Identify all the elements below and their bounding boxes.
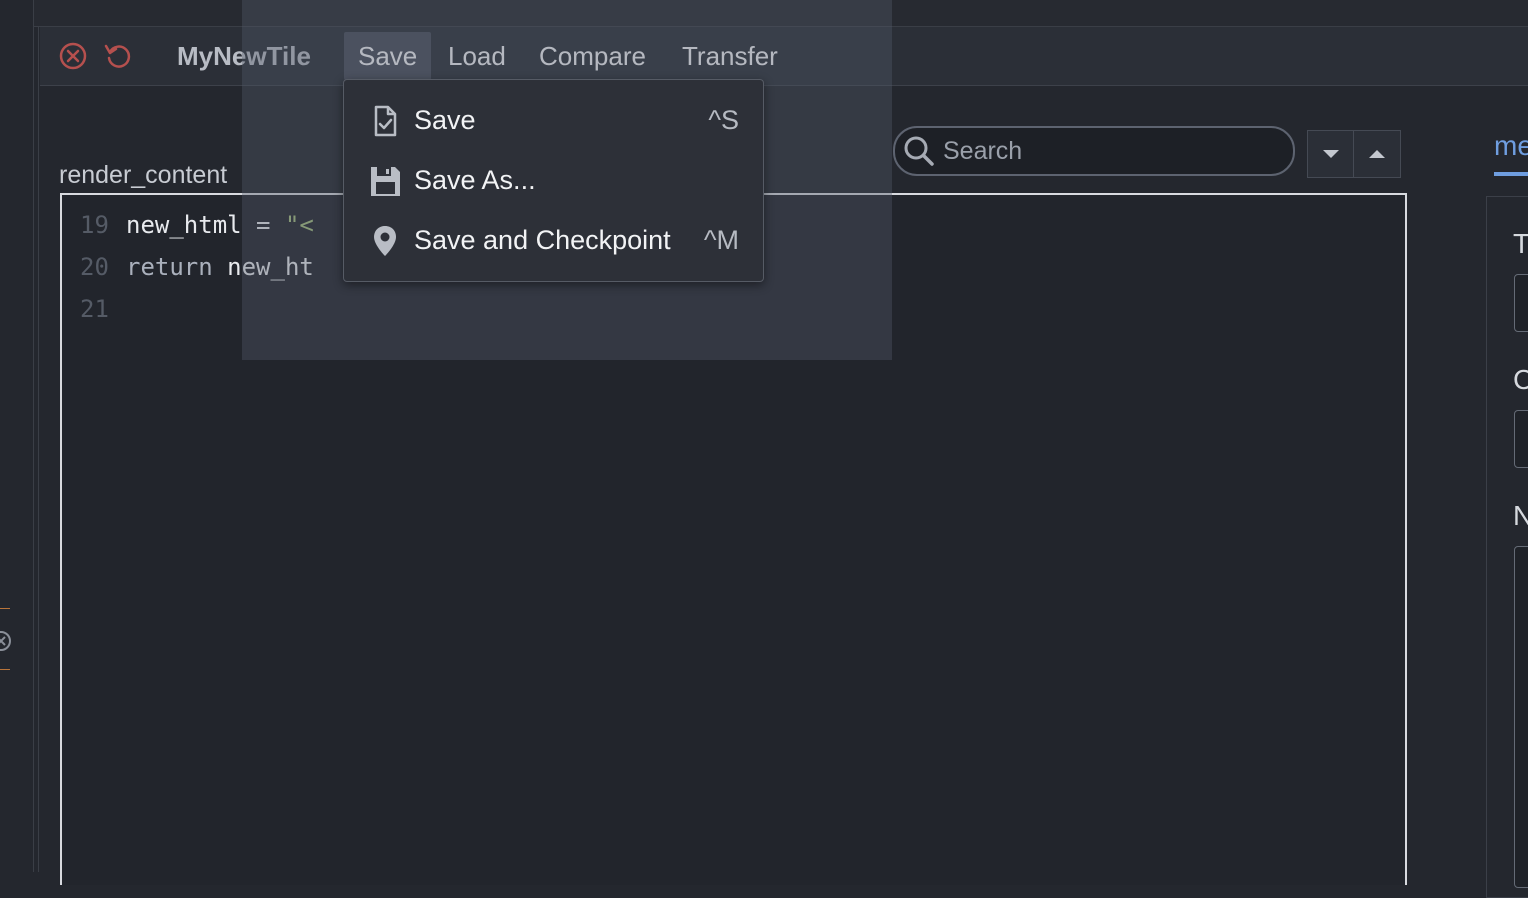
code-token: "< — [284, 211, 314, 239]
line-number: 21 — [80, 295, 109, 323]
right-panel-tab[interactable]: me — [1494, 126, 1528, 166]
close-circle-icon[interactable] — [58, 41, 88, 71]
save-file-icon — [374, 105, 397, 137]
menu-transfer[interactable]: Transfer — [668, 32, 792, 80]
dropdown-item-shortcut: ^S — [708, 105, 739, 135]
code-line: 21 — [80, 289, 126, 329]
menu-load[interactable]: Load — [434, 32, 520, 80]
right-panel-field[interactable] — [1514, 274, 1528, 332]
dropdown-item-save[interactable]: Save ^S — [344, 92, 763, 148]
tab-underline — [1494, 172, 1528, 176]
reload-icon[interactable] — [103, 41, 133, 71]
section-label: render_content — [59, 161, 228, 189]
close-circle-icon[interactable] — [0, 630, 12, 652]
tile-title: MyNewTile — [177, 41, 311, 71]
dropdown-item-save-and-checkpoint[interactable]: Save and Checkpoint ^M — [344, 212, 763, 268]
code-token: new_ht — [212, 253, 314, 281]
code-token: new_html — [126, 211, 242, 239]
right-panel-label: N — [1513, 500, 1528, 531]
search-box[interactable] — [893, 126, 1295, 176]
line-number: 20 — [80, 253, 109, 281]
code-editor[interactable]: 19 new_html = "< 20 return new_ht 21 — [60, 193, 1407, 885]
code-token: return — [126, 253, 213, 281]
search-icon — [904, 136, 934, 166]
right-panel-field[interactable] — [1514, 546, 1528, 888]
rail-divider-bottom — [0, 669, 10, 670]
chevron-down-icon — [1323, 150, 1339, 158]
code-line: 19 new_html = "< — [80, 205, 314, 245]
line-number: 19 — [80, 211, 109, 239]
save-dropdown-menu: Save ^S Save As... Save and Checkpoint ^… — [343, 79, 764, 282]
menu-compare[interactable]: Compare — [525, 32, 660, 80]
right-panel-label: C — [1513, 364, 1528, 395]
dropdown-item-label: Save As... — [414, 165, 536, 195]
map-pin-icon — [374, 226, 396, 256]
right-panel-field[interactable] — [1514, 410, 1528, 468]
dropdown-item-shortcut: ^M — [703, 225, 739, 255]
search-input[interactable] — [941, 134, 1275, 168]
right-panel-label: T — [1513, 228, 1528, 259]
menu-save[interactable]: Save — [344, 32, 432, 80]
top-strip — [34, 0, 1528, 27]
dropdown-item-save-as[interactable]: Save As... — [344, 152, 763, 208]
next-match-button[interactable] — [1307, 130, 1355, 178]
code-token: = — [241, 211, 285, 239]
rail-divider-top — [0, 608, 10, 609]
dropdown-item-label: Save and Checkpoint — [414, 225, 671, 255]
code-line: 20 return new_ht — [80, 247, 314, 287]
dropdown-item-label: Save — [414, 105, 476, 135]
previous-match-button[interactable] — [1353, 130, 1401, 178]
left-rail — [0, 0, 34, 872]
chevron-up-icon — [1369, 150, 1385, 158]
floppy-disk-icon — [371, 167, 400, 196]
